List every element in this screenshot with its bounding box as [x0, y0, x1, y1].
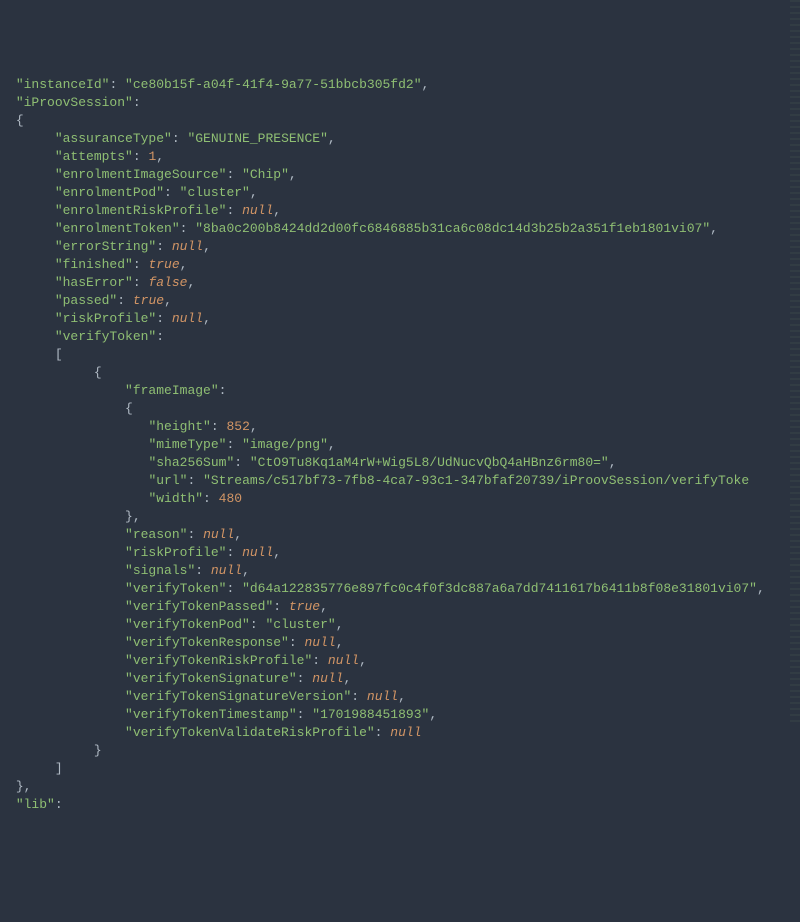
json-viewer: "instanceId": "ce80b15f-a04f-41f4-9a77-5…: [8, 76, 792, 814]
